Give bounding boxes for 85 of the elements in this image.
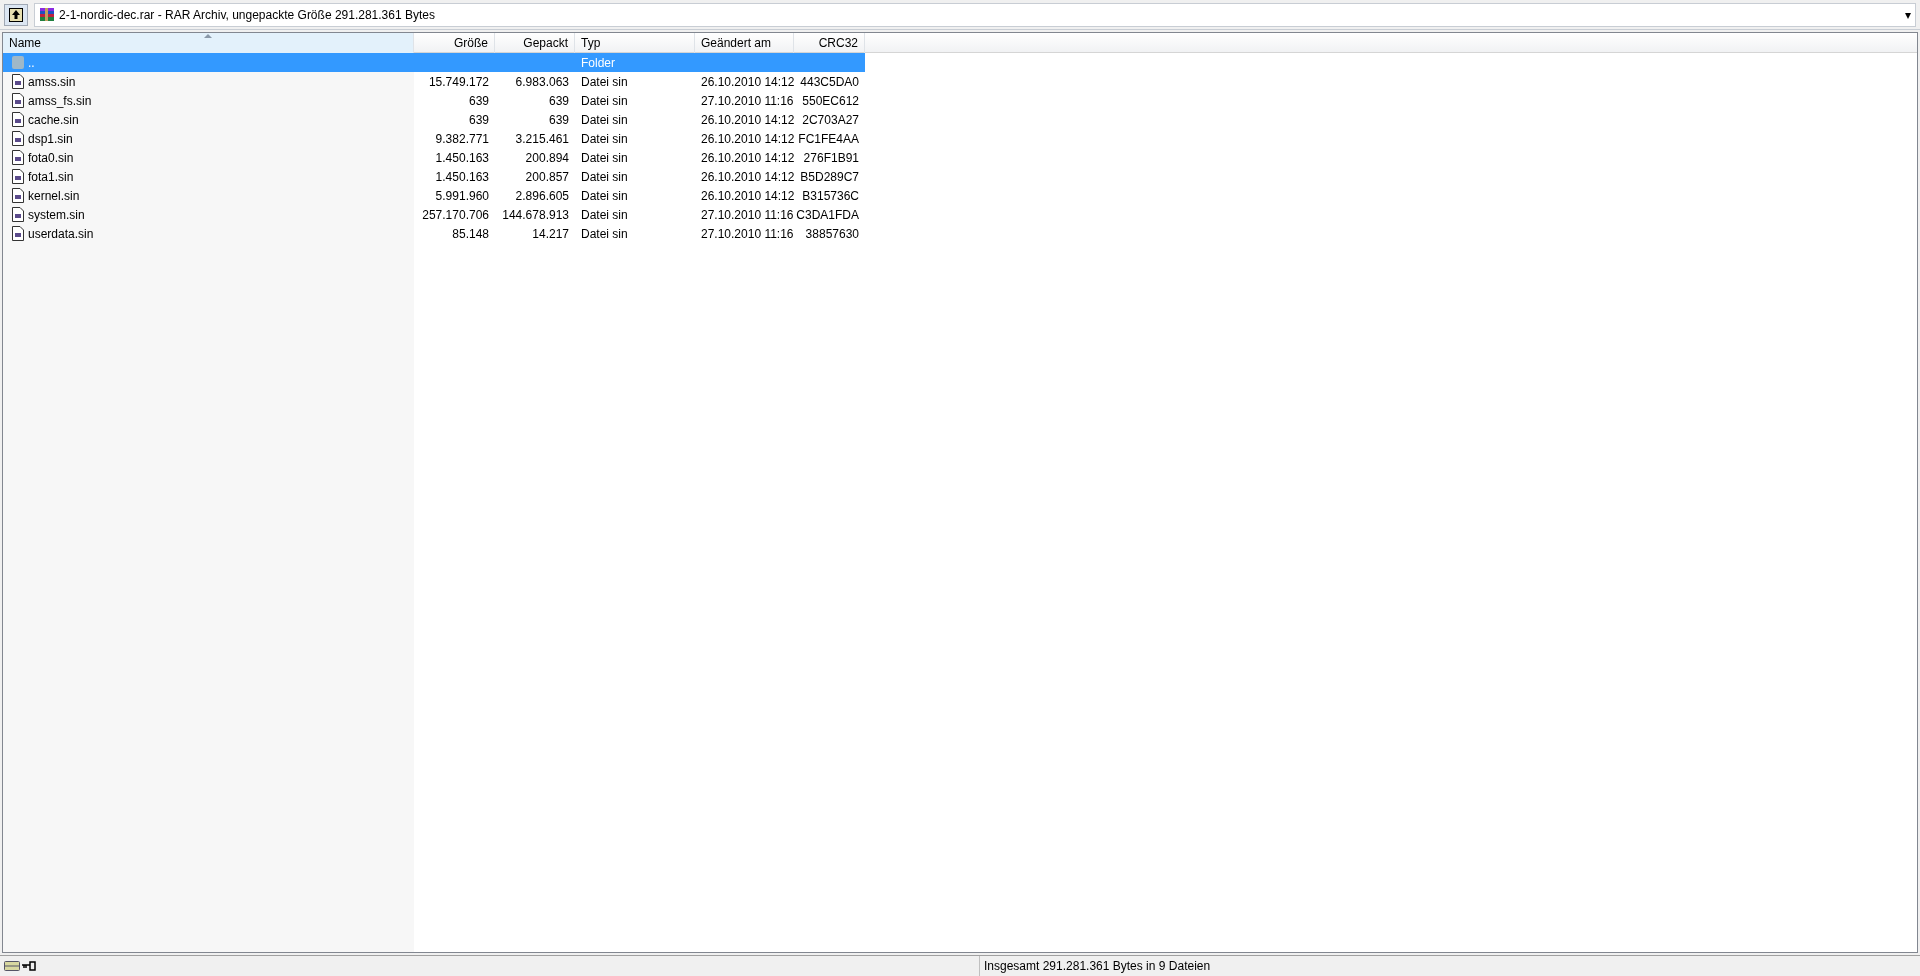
table-cell-text: 1.450.163 — [435, 149, 489, 167]
table-cell-text: 200.857 — [525, 168, 569, 186]
file-row[interactable]: fota0.sin 1.450.163 200.894 Datei sin 26.10.2010 14:12 276F1B91 — [3, 148, 865, 167]
table-cell-text: Datei sin — [581, 73, 628, 91]
file-name[interactable]: cache.sin — [28, 110, 79, 129]
table-cell-text: 14.217 — [532, 225, 569, 243]
file-row[interactable]: system.sin 257.170.706 144.678.913 Datei sin 27.10.2010 11:16 C3DA1FDA — [3, 205, 865, 224]
table-cell-text: 443C5DA0 — [800, 73, 859, 91]
address-text: 2-1-nordic-dec.rar - RAR Archiv, ungepackte Größe 291.281.361 Bytes — [59, 6, 436, 24]
file-row[interactable]: amss_fs.sin 639 639 Datei sin 27.10.2010 11:16 550EC612 — [3, 91, 865, 110]
table-cell-text: 639 — [548, 92, 569, 110]
table-cell-text: 27.10.2010 11:16 — [701, 225, 794, 243]
drive-icon — [4, 960, 20, 972]
table-cell-text: C3DA1FDA — [796, 206, 859, 224]
file-row[interactable]: amss.sin 15.749.172 6.983.063 Datei sin 26.10.2010 14:12 443C5DA0 — [3, 72, 865, 91]
table-cell-text: 3.215.461 — [515, 130, 569, 148]
table-cell-text: FC1FE4AA — [798, 130, 859, 148]
document-icon — [11, 74, 25, 89]
file-row[interactable]: fota1.sin 1.450.163 200.857 Datei sin 26.10.2010 14:12 B5D289C7 — [3, 167, 865, 186]
file-name[interactable]: amss.sin — [28, 72, 76, 91]
table-cell-text: 257.170.706 — [422, 206, 489, 224]
table-cell-text: 26.10.2010 14:12 — [701, 168, 795, 186]
document-icon — [11, 150, 25, 165]
table-cell-text: 38857630 — [805, 225, 859, 243]
file-name[interactable]: system.sin — [28, 205, 85, 224]
document-icon — [11, 131, 25, 146]
file-row[interactable]: cache.sin 639 639 Datei sin 26.10.2010 14:12 2C703A27 — [3, 110, 865, 129]
key-icon — [22, 961, 36, 971]
file-name[interactable]: fota1.sin — [28, 167, 74, 186]
document-icon — [11, 188, 25, 203]
table-cell-text: 26.10.2010 14:12 — [701, 111, 795, 129]
table-cell-text: B5D289C7 — [800, 168, 859, 186]
file-name[interactable]: dsp1.sin — [28, 129, 73, 148]
table-cell-text: Datei sin — [581, 111, 628, 129]
file-row[interactable]: dsp1.sin 9.382.771 3.215.461 Datei sin 26.10.2010 14:12 FC1FE4AA — [3, 129, 865, 148]
table-cell-text: Datei sin — [581, 206, 628, 224]
table-cell-text: Datei sin — [581, 225, 628, 243]
table-cell-text: 2.896.605 — [515, 187, 569, 205]
table-cell-text: Datei sin — [581, 168, 628, 186]
table-cell-text: 5.991.960 — [435, 187, 489, 205]
status-text: Insgesamt 291.281.361 Bytes in 9 Dateien — [983, 958, 1212, 975]
document-icon — [11, 226, 25, 241]
table-cell-text: 639 — [468, 92, 489, 110]
table-cell-text: 27.10.2010 11:16 — [701, 92, 794, 110]
document-icon — [11, 169, 25, 184]
table-cell-text: 15.749.172 — [428, 73, 489, 91]
table-cell-text: 2C703A27 — [802, 111, 859, 129]
table-cell-text: Datei sin — [581, 92, 628, 110]
table-cell-text: 639 — [548, 111, 569, 129]
table-cell-text: 1.450.163 — [435, 168, 489, 186]
folder-icon — [11, 55, 25, 70]
dropdown-arrow[interactable]: ▾ — [1905, 5, 1911, 24]
table-cell-text: 276F1B91 — [803, 149, 859, 167]
table-cell-text: Datei sin — [581, 149, 628, 167]
document-icon — [11, 93, 25, 108]
table-cell-text: 6.983.063 — [515, 73, 569, 91]
column-header[interactable]: Name — [3, 33, 414, 53]
address-bar[interactable]: 2-1-nordic-dec.rar - RAR Archiv, ungepackte Größe 291.281.361 Bytes ▾ — [34, 2, 1916, 27]
file-name[interactable]: userdata.sin — [28, 224, 94, 243]
file-row[interactable]: userdata.sin 85.148 14.217 Datei sin 27.10.2010 11:16 38857630 — [3, 224, 865, 243]
table-cell-text: 550EC612 — [802, 92, 859, 110]
file-name[interactable]: fota0.sin — [28, 148, 74, 167]
table-cell-text: 9.382.771 — [435, 130, 489, 148]
table-cell-text: Datei sin — [581, 187, 628, 205]
document-icon — [11, 207, 25, 222]
archive-stack-icon — [39, 6, 55, 23]
table-cell-text: 26.10.2010 14:12 — [701, 187, 795, 205]
table-cell-text: 26.10.2010 14:12 — [701, 73, 795, 91]
table-cell-text: 200.894 — [525, 149, 569, 167]
table-cell-text: 85.148 — [452, 225, 489, 243]
table-cell-text: 26.10.2010 14:12 — [701, 149, 795, 167]
table-cell-text: B315736C — [802, 187, 859, 205]
table-cell-text: Folder — [581, 54, 615, 72]
up-arrow-icon — [9, 7, 23, 22]
table-cell-text: 26.10.2010 14:12 — [701, 130, 795, 148]
file-row[interactable]: kernel.sin 5.991.960 2.896.605 Datei sin 26.10.2010 14:12 B315736C — [3, 186, 865, 205]
file-name[interactable]: kernel.sin — [28, 186, 80, 205]
file-name[interactable]: amss_fs.sin — [28, 91, 92, 110]
document-icon — [11, 112, 25, 127]
table-cell-text: 27.10.2010 11:16 — [701, 206, 794, 224]
table-cell-text: 639 — [468, 111, 489, 129]
table-cell-text: Datei sin — [581, 130, 628, 148]
table-cell-text: 144.678.913 — [502, 206, 569, 224]
sort-caret-icon — [204, 33, 212, 38]
up-button[interactable] — [4, 3, 28, 26]
